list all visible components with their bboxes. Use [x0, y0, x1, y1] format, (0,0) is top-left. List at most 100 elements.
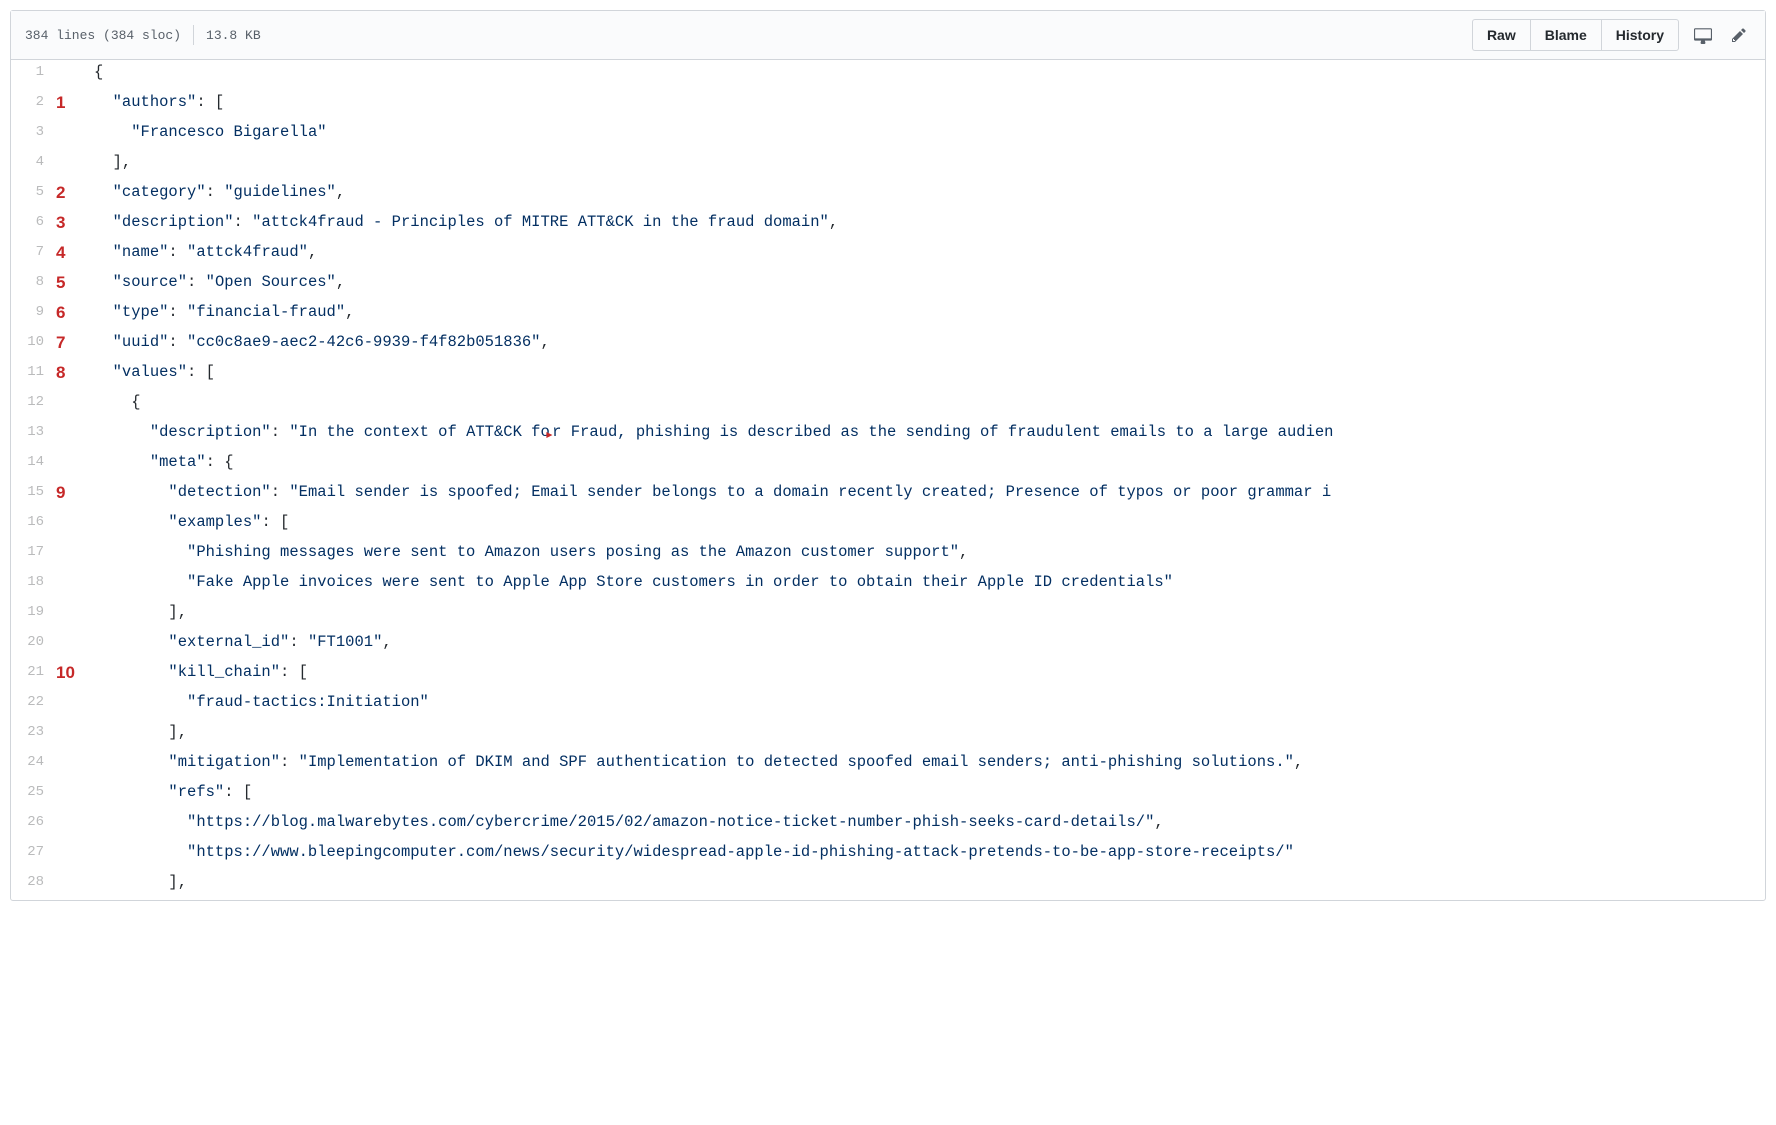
line-number[interactable]: 22: [11, 690, 56, 720]
code-line: 52 "category": "guidelines",: [11, 180, 1765, 210]
annotation-number: [56, 570, 90, 600]
code-token: ,: [336, 183, 345, 201]
code-body: 1 {21 "authors": [ 3 "Francesco Bigarella"…: [11, 60, 1765, 900]
line-number[interactable]: 16: [11, 510, 56, 540]
code-line: 13 "description": "In the context of ATT…: [11, 420, 1765, 450]
desktop-icon[interactable]: [1689, 22, 1717, 48]
annotation-number: [56, 390, 90, 420]
code-content[interactable]: "Francesco Bigarella": [90, 120, 1765, 150]
code-token: :: [271, 423, 290, 441]
line-number[interactable]: 19: [11, 600, 56, 630]
code-content[interactable]: "meta": {: [90, 450, 1765, 480]
line-number[interactable]: 8: [11, 270, 56, 300]
code-content[interactable]: "https://blog.malwarebytes.com/cybercrim…: [90, 810, 1765, 840]
code-content[interactable]: "values": [: [90, 360, 1765, 390]
code-content[interactable]: "description": "attck4fraud - Principles…: [90, 210, 1765, 240]
code-content[interactable]: "examples": [: [90, 510, 1765, 540]
code-token: "source": [113, 273, 187, 291]
code-content[interactable]: "fraud-tactics:Initiation": [90, 690, 1765, 720]
code-content[interactable]: ],: [90, 870, 1765, 900]
code-line: 2110 "kill_chain": [: [11, 660, 1765, 690]
line-number[interactable]: 15: [11, 480, 56, 510]
code-content[interactable]: "kill_chain": [: [90, 660, 1765, 690]
code-content[interactable]: "category": "guidelines",: [90, 180, 1765, 210]
line-number[interactable]: 5: [11, 180, 56, 210]
line-number[interactable]: 11: [11, 360, 56, 390]
code-token: "attck4fraud - Principles of MITRE ATT&C…: [252, 213, 829, 231]
code-line: 159 "detection": "Email sender is spoofe…: [11, 480, 1765, 510]
code-token: ,: [541, 333, 550, 351]
annotation-number: 9: [56, 480, 90, 510]
code-line: 18 "Fake Apple invoices were sent to App…: [11, 570, 1765, 600]
code-token: :: [289, 633, 308, 651]
code-content[interactable]: ],: [90, 600, 1765, 630]
pencil-icon[interactable]: [1727, 23, 1751, 47]
line-number[interactable]: 18: [11, 570, 56, 600]
code-content[interactable]: "external_id": "FT1001",: [90, 630, 1765, 660]
annotation-number: [56, 420, 90, 450]
raw-button[interactable]: Raw: [1472, 19, 1530, 51]
line-number[interactable]: 24: [11, 750, 56, 780]
line-number[interactable]: 10: [11, 330, 56, 360]
code-content[interactable]: "source": "Open Sources",: [90, 270, 1765, 300]
line-number[interactable]: 2: [11, 90, 56, 120]
line-number[interactable]: 27: [11, 840, 56, 870]
line-number[interactable]: 25: [11, 780, 56, 810]
code-token: "category": [113, 183, 206, 201]
code-token: "https://www.bleepingcomputer.com/news/s…: [187, 843, 1294, 861]
history-button[interactable]: History: [1601, 19, 1679, 51]
line-number[interactable]: 6: [11, 210, 56, 240]
code-token: "type": [113, 303, 169, 321]
code-token: :: [234, 213, 253, 231]
code-token: {: [131, 393, 140, 411]
line-number[interactable]: 20: [11, 630, 56, 660]
code-token: "external_id": [168, 633, 289, 651]
line-number[interactable]: 9: [11, 300, 56, 330]
annotation-number: [56, 810, 90, 840]
code-content[interactable]: ],: [90, 150, 1765, 180]
code-content[interactable]: "Fake Apple invoices were sent to Apple …: [90, 570, 1765, 600]
code-content[interactable]: "mitigation": "Implementation of DKIM an…: [90, 750, 1765, 780]
line-number[interactable]: 17: [11, 540, 56, 570]
code-token: "Open Sources": [206, 273, 336, 291]
code-content[interactable]: {: [90, 390, 1765, 420]
code-token: "In the context of ATT&CK fo: [289, 423, 549, 441]
code-content[interactable]: "refs": [: [90, 780, 1765, 810]
code-token: ],: [113, 153, 132, 171]
blame-button[interactable]: Blame: [1530, 19, 1601, 51]
code-token: :: [168, 333, 187, 351]
code-token: "detection": [168, 483, 270, 501]
line-number[interactable]: 12: [11, 390, 56, 420]
code-token: "description": [113, 213, 234, 231]
code-content[interactable]: "uuid": "cc0c8ae9-aec2-42c6-9939-f4f82b0…: [90, 330, 1765, 360]
line-number[interactable]: 23: [11, 720, 56, 750]
annotation-number: [56, 720, 90, 750]
code-content[interactable]: "authors": [: [90, 90, 1765, 120]
line-number[interactable]: 26: [11, 810, 56, 840]
code-content[interactable]: "description": "In the context of ATT&CK…: [90, 420, 1765, 450]
code-content[interactable]: {: [90, 60, 1765, 90]
annotation-number: 8: [56, 360, 90, 390]
line-number[interactable]: 1: [11, 60, 56, 90]
annotation-number: 7: [56, 330, 90, 360]
line-number[interactable]: 21: [11, 660, 56, 690]
code-table: 1 {21 "authors": [ 3 "Francesco Bigarella"…: [11, 60, 1765, 900]
code-token: ,: [829, 213, 838, 231]
file-info-divider: [193, 25, 194, 45]
line-number[interactable]: 4: [11, 150, 56, 180]
line-number[interactable]: 7: [11, 240, 56, 270]
code-content[interactable]: "name": "attck4fraud",: [90, 240, 1765, 270]
code-content[interactable]: "https://www.bleepingcomputer.com/news/s…: [90, 840, 1765, 870]
code-line: 23 ],: [11, 720, 1765, 750]
code-content[interactable]: "type": "financial-fraud",: [90, 300, 1765, 330]
code-token: "cc0c8ae9-aec2-42c6-9939-f4f82b051836": [187, 333, 540, 351]
code-content[interactable]: "detection": "Email sender is spoofed; E…: [90, 480, 1765, 510]
code-token: r Fraud, phishing is described as the se…: [552, 423, 1333, 441]
code-content[interactable]: ],: [90, 720, 1765, 750]
line-number[interactable]: 13: [11, 420, 56, 450]
code-content[interactable]: "Phishing messages were sent to Amazon u…: [90, 540, 1765, 570]
line-number[interactable]: 14: [11, 450, 56, 480]
line-number[interactable]: 28: [11, 870, 56, 900]
code-token: ],: [168, 723, 187, 741]
line-number[interactable]: 3: [11, 120, 56, 150]
